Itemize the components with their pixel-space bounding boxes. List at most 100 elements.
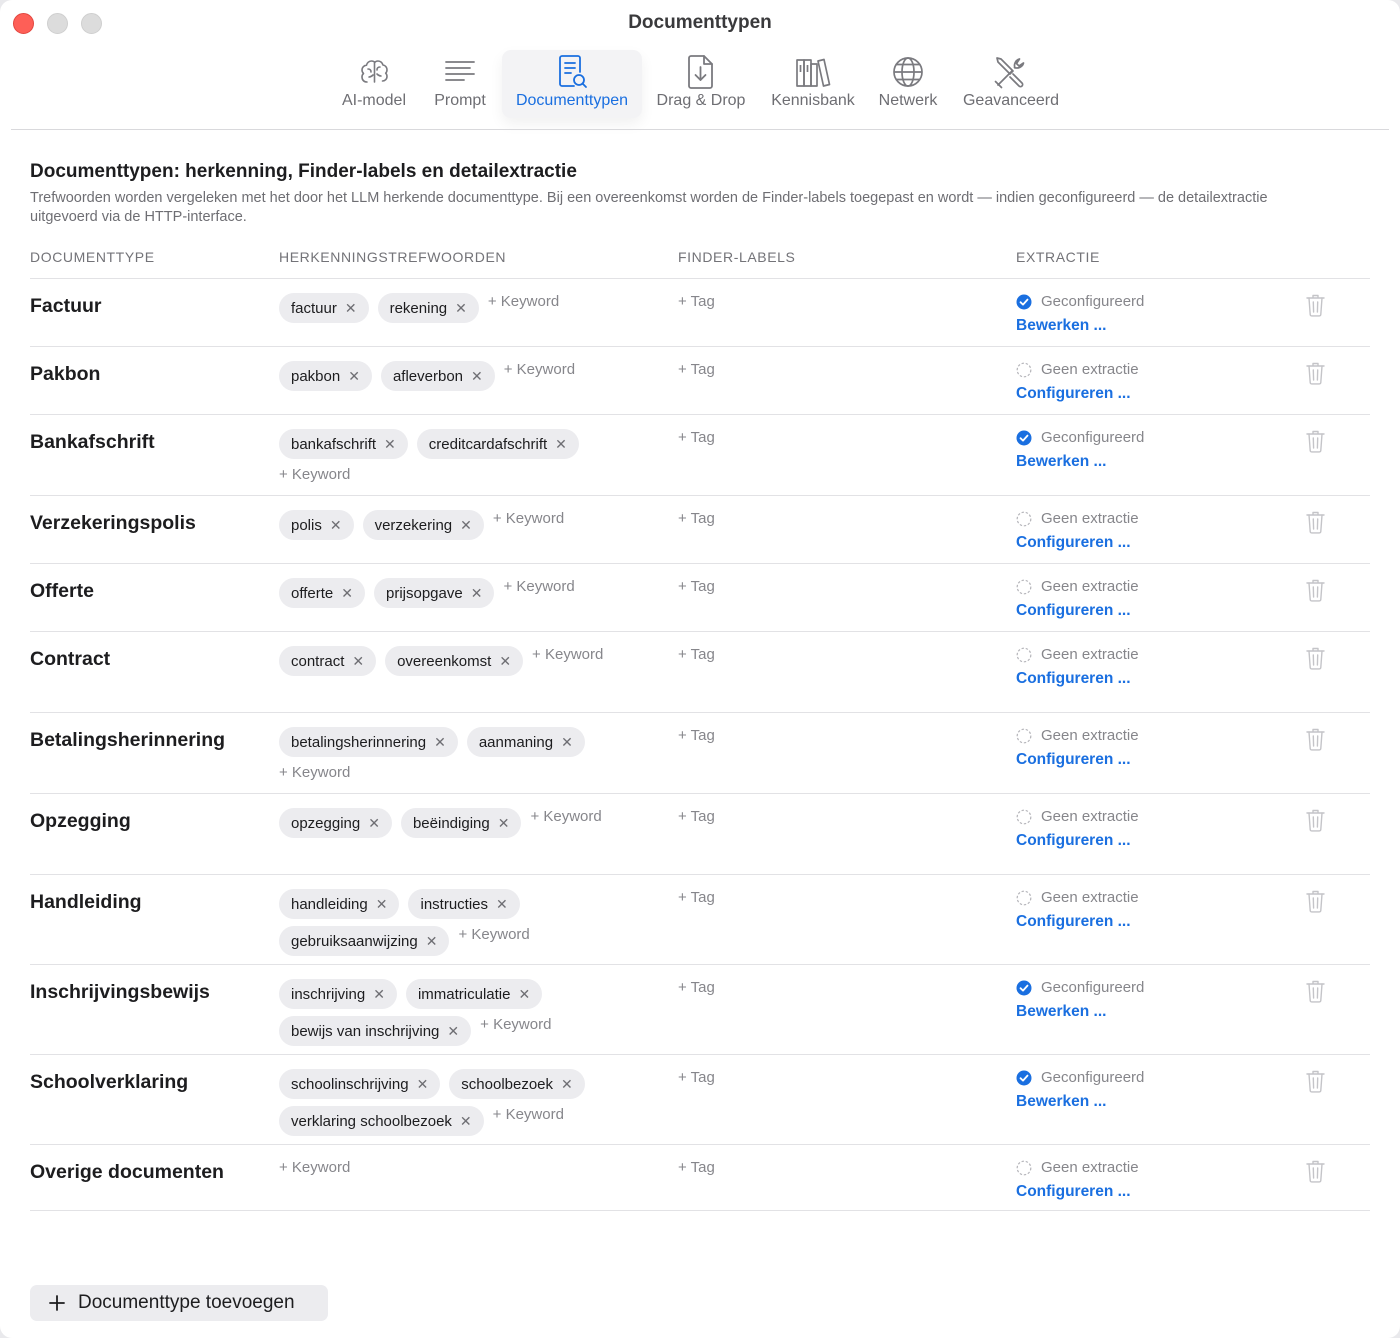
add-keyword-button[interactable]: + Keyword (480, 1016, 551, 1034)
remove-keyword-icon[interactable]: ✕ (384, 436, 396, 453)
keyword-chip: handleiding ✕ (279, 889, 400, 919)
remove-keyword-icon[interactable]: ✕ (330, 517, 342, 534)
configure-extraction-link[interactable]: Configureren ... (1016, 913, 1131, 931)
add-keyword-button[interactable]: + Keyword (504, 361, 575, 379)
add-tag-button[interactable]: + Tag (678, 361, 715, 378)
remove-keyword-icon[interactable]: ✕ (460, 1113, 472, 1130)
remove-keyword-icon[interactable]: ✕ (555, 436, 567, 453)
trash-icon[interactable] (1305, 429, 1326, 453)
add-tag-button[interactable]: + Tag (678, 293, 715, 310)
configure-extraction-link[interactable]: Configureren ... (1016, 1183, 1131, 1201)
remove-keyword-icon[interactable]: ✕ (417, 1076, 429, 1093)
add-keyword-button[interactable]: + Keyword (532, 646, 603, 664)
tab-label: Netwerk (878, 92, 938, 109)
document-type-name[interactable]: Inschrijvingsbewijs (30, 981, 210, 1004)
add-tag-button[interactable]: + Tag (678, 979, 715, 996)
document-type-name[interactable]: Pakbon (30, 363, 100, 386)
tab-prompt[interactable]: Prompt (424, 50, 496, 118)
add-tag-button[interactable]: + Tag (678, 808, 715, 825)
tab-ai-model[interactable]: AI-model (334, 50, 414, 118)
add-keyword-button[interactable]: + Keyword (503, 578, 574, 596)
keyword-label: offerte (291, 584, 334, 602)
add-keyword-button[interactable]: + Keyword (488, 293, 559, 311)
configure-extraction-link[interactable]: Configureren ... (1016, 832, 1131, 850)
document-type-name[interactable]: Verzekeringspolis (30, 512, 196, 535)
document-type-name[interactable]: Betalingsherinnering (30, 729, 225, 752)
tab-netwerk[interactable]: Netwerk (870, 50, 946, 118)
document-type-name[interactable]: Bankafschrift (30, 431, 155, 454)
document-type-name[interactable]: Handleiding (30, 891, 142, 914)
add-keyword-button[interactable]: + Keyword (458, 926, 529, 944)
remove-keyword-icon[interactable]: ✕ (348, 368, 360, 385)
add-tag-button[interactable]: + Tag (678, 646, 715, 663)
add-tag-button[interactable]: + Tag (678, 1069, 715, 1086)
configure-extraction-link[interactable]: Configureren ... (1016, 534, 1131, 552)
remove-keyword-icon[interactable]: ✕ (561, 734, 573, 751)
add-keyword-button[interactable]: + Keyword (530, 808, 601, 826)
extraction-status: Geen extractie (1016, 361, 1139, 378)
trash-icon[interactable] (1305, 889, 1326, 913)
checkmark-circle-icon (1016, 294, 1032, 310)
remove-keyword-icon[interactable]: ✕ (373, 986, 385, 1003)
trash-icon[interactable] (1305, 979, 1326, 1003)
tab-documenttypen[interactable]: Documenttypen (502, 50, 642, 118)
add-keyword-button[interactable]: + Keyword (279, 764, 350, 782)
remove-keyword-icon[interactable]: ✕ (460, 517, 472, 534)
remove-keyword-icon[interactable]: ✕ (496, 896, 508, 913)
edit-extraction-link[interactable]: Bewerken ... (1016, 1093, 1106, 1111)
document-type-name[interactable]: Offerte (30, 580, 94, 603)
remove-keyword-icon[interactable]: ✕ (499, 653, 511, 670)
trash-icon[interactable] (1305, 361, 1326, 385)
tab-kennisbank[interactable]: Kennisbank (764, 50, 862, 118)
add-keyword-button[interactable]: + Keyword (493, 510, 564, 528)
document-type-name[interactable]: Overige documenten (30, 1161, 224, 1184)
keyword-label: immatriculatie (417, 985, 511, 1003)
add-tag-button[interactable]: + Tag (678, 727, 715, 744)
edit-extraction-link[interactable]: Bewerken ... (1016, 317, 1106, 335)
remove-keyword-icon[interactable]: ✕ (518, 986, 530, 1003)
document-type-name[interactable]: Schoolverklaring (30, 1071, 188, 1094)
trash-icon[interactable] (1305, 808, 1326, 832)
add-tag-button[interactable]: + Tag (678, 889, 715, 906)
trash-icon[interactable] (1305, 578, 1326, 602)
configure-extraction-link[interactable]: Configureren ... (1016, 751, 1131, 769)
remove-keyword-icon[interactable]: ✕ (471, 585, 483, 602)
document-type-name[interactable]: Contract (30, 648, 110, 671)
trash-icon[interactable] (1305, 646, 1326, 670)
configure-extraction-link[interactable]: Configureren ... (1016, 385, 1131, 403)
add-keyword-button[interactable]: + Keyword (279, 1159, 350, 1177)
add-tag-button[interactable]: + Tag (678, 429, 715, 446)
remove-keyword-icon[interactable]: ✕ (455, 300, 467, 317)
configure-extraction-link[interactable]: Configureren ... (1016, 602, 1131, 620)
tab-geavanceerd[interactable]: Geavanceerd (954, 50, 1068, 118)
remove-keyword-icon[interactable]: ✕ (434, 734, 446, 751)
add-document-type-button[interactable]: Documenttype toevoegen (30, 1285, 328, 1321)
configure-extraction-link[interactable]: Configureren ... (1016, 670, 1131, 688)
add-tag-button[interactable]: + Tag (678, 1159, 715, 1176)
edit-extraction-link[interactable]: Bewerken ... (1016, 1003, 1106, 1021)
tab-drag-drop[interactable]: Drag & Drop (648, 50, 754, 118)
remove-keyword-icon[interactable]: ✕ (561, 1076, 573, 1093)
add-keyword-button[interactable]: + Keyword (493, 1106, 564, 1124)
remove-keyword-icon[interactable]: ✕ (471, 368, 483, 385)
remove-keyword-icon[interactable]: ✕ (447, 1023, 459, 1040)
remove-keyword-icon[interactable]: ✕ (426, 933, 438, 950)
document-type-name[interactable]: Opzegging (30, 810, 131, 833)
trash-icon[interactable] (1305, 1159, 1326, 1183)
edit-extraction-link[interactable]: Bewerken ... (1016, 453, 1106, 471)
add-keyword-button[interactable]: + Keyword (279, 466, 350, 484)
add-tag-button[interactable]: + Tag (678, 578, 715, 595)
remove-keyword-icon[interactable]: ✕ (352, 653, 364, 670)
trash-icon[interactable] (1305, 1069, 1326, 1093)
trash-icon[interactable] (1305, 727, 1326, 751)
trash-icon[interactable] (1305, 510, 1326, 534)
trash-icon[interactable] (1305, 293, 1326, 317)
remove-keyword-icon[interactable]: ✕ (498, 815, 510, 832)
remove-keyword-icon[interactable]: ✕ (376, 896, 388, 913)
remove-keyword-icon[interactable]: ✕ (368, 815, 380, 832)
keyword-chip: aanmaning ✕ (466, 727, 585, 757)
remove-keyword-icon[interactable]: ✕ (345, 300, 357, 317)
remove-keyword-icon[interactable]: ✕ (341, 585, 353, 602)
add-tag-button[interactable]: + Tag (678, 510, 715, 527)
document-type-name[interactable]: Factuur (30, 295, 102, 318)
